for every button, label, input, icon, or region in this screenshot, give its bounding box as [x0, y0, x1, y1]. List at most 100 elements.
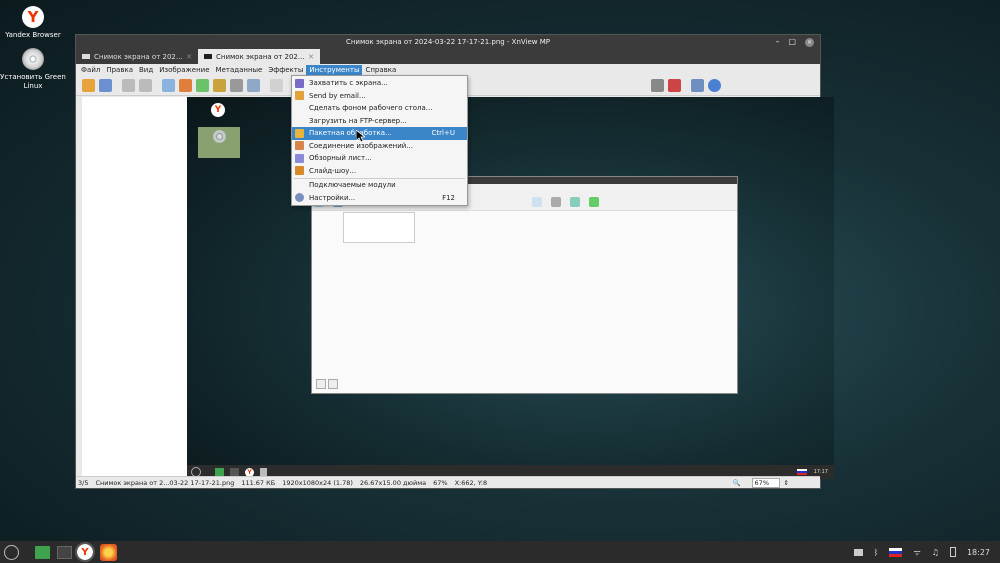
close-icon[interactable]: ✕	[805, 38, 814, 47]
menu-view[interactable]: Вид	[136, 65, 156, 75]
desktop-icon-label: Yandex Browser	[5, 31, 61, 39]
tab-bar: Снимок экрана от 202... ✕ Снимок экрана …	[76, 49, 820, 64]
menu-item-send-email[interactable]: Send by email...	[292, 90, 467, 103]
browser-icon[interactable]	[82, 79, 95, 92]
xnview-taskbar-icon[interactable]	[100, 543, 117, 561]
inner-window	[311, 176, 738, 394]
volume-icon[interactable]: ♫	[932, 548, 939, 557]
status-dimensions: 1920x1080x24 (1.78)	[282, 478, 353, 487]
rotate-right-icon[interactable]	[139, 79, 152, 92]
menu-item-label: Пакетная обработка...	[309, 129, 392, 138]
settings-icon	[295, 193, 304, 203]
keyboard-layout-flag-icon[interactable]	[889, 547, 903, 557]
menu-file[interactable]: Файл	[78, 65, 103, 75]
menu-item-capture[interactable]: Захватить с экрана...	[292, 77, 467, 90]
zoom-icon: 🔍	[732, 478, 741, 487]
zoom-stepper[interactable]: ⇕	[784, 479, 796, 487]
menu-item-slideshow[interactable]: Слайд-шоу...	[292, 165, 467, 178]
disc-icon	[22, 48, 44, 70]
menu-item-shortcut: Ctrl+U	[431, 129, 455, 138]
menu-item-batch[interactable]: Пакетная обработка... Ctrl+U	[292, 127, 467, 140]
maximize-icon[interactable]: ▢	[788, 37, 796, 47]
status-inches: 26.67x15.00 дюйма	[359, 478, 427, 487]
batch-icon	[295, 128, 304, 138]
close-tab-icon[interactable]: ✕	[186, 53, 192, 61]
print-icon[interactable]	[651, 79, 664, 92]
menu-tools[interactable]: Инструменты	[306, 65, 363, 75]
help-icon[interactable]	[708, 79, 721, 92]
menu-item-label: Сделать фоном рабочего стола...	[309, 104, 433, 113]
tab-label: Снимок экрана от 202...	[94, 52, 183, 61]
monitor-icon	[82, 54, 90, 59]
terminal-icon[interactable]	[57, 545, 72, 559]
menu-effects[interactable]: Эффекты	[265, 65, 306, 75]
histogram-icon[interactable]	[247, 79, 260, 92]
status-bar: 3/5 Снимок экрана от 2...03-22 17-17-21.…	[76, 476, 820, 488]
network-icon[interactable]: ᯤ	[913, 547, 920, 558]
zoom-input[interactable]: 67%	[751, 477, 780, 488]
menu-item-label: Send by email...	[309, 91, 366, 100]
menu-item-wallpaper[interactable]: Сделать фоном рабочего стола...	[292, 102, 467, 115]
color-icon[interactable]	[213, 79, 226, 92]
menu-item-contact-sheet[interactable]: Обзорный лист...	[292, 152, 467, 165]
resize-icon[interactable]	[179, 79, 192, 92]
file-manager-icon[interactable]	[35, 545, 50, 559]
tab-image-2[interactable]: Снимок экрана от 202... ✕	[198, 49, 320, 64]
desktop-icon-install[interactable]: Установить Green Linux	[0, 48, 66, 91]
yandex-browser-icon: Y	[22, 6, 44, 28]
status-coords: X:662, Y:8	[454, 478, 488, 487]
title-bar[interactable]: Снимок экрана от 2024-03-22 17-17-21.png…	[76, 35, 820, 49]
bluetooth-icon[interactable]: ᛒ	[874, 548, 879, 557]
menu-help[interactable]: Справка	[362, 65, 399, 75]
yandex-browser-taskbar-icon[interactable]: Y	[75, 542, 95, 562]
device-icon[interactable]	[853, 548, 863, 556]
settings-gear-icon[interactable]	[691, 79, 704, 92]
battery-icon[interactable]	[949, 547, 956, 557]
inner-dropdown	[343, 212, 415, 243]
desktop-icon-label: Установить Green Linux	[0, 73, 66, 90]
menu-metadata[interactable]: Метаданные	[213, 65, 266, 75]
fullscreen-icon[interactable]	[99, 79, 112, 92]
menu-item-label: Слайд-шоу...	[309, 166, 357, 175]
status-zoom: 67%	[433, 478, 448, 487]
menu-image[interactable]: Изображение	[156, 65, 212, 75]
menu-item-label: Загрузить на FTP-сервер...	[309, 116, 407, 125]
menu-item-plugins[interactable]: Подключаемые модули	[292, 179, 467, 192]
inner-desktop-icon-selected	[198, 127, 240, 158]
desktop-icon-yandex[interactable]: Y Yandex Browser	[0, 6, 66, 40]
zoom-control: 🔍 67% ⇕	[732, 477, 820, 488]
join-icon	[295, 141, 304, 151]
menu-item-label: Настройки...	[309, 193, 356, 202]
menu-edit[interactable]: Правка	[103, 65, 136, 75]
camera-icon	[295, 78, 304, 88]
status-index: 3/5	[78, 478, 89, 487]
save-icon[interactable]	[668, 79, 681, 92]
tab-image-1[interactable]: Снимок экрана от 202... ✕	[76, 49, 198, 64]
menu-item-settings[interactable]: Настройки... F12	[292, 192, 467, 205]
app-menu-icon[interactable]	[4, 544, 19, 560]
mouse-cursor-icon	[356, 130, 365, 143]
menu-item-ftp-upload[interactable]: Загрузить на FTP-сервер...	[292, 115, 467, 128]
system-tray: ᛒ ᯤ ♫ 18:27	[853, 547, 1000, 558]
taskbar: Y ᛒ ᯤ ♫ 18:27	[0, 541, 1000, 563]
inner-clock: 17:17	[813, 469, 828, 475]
close-tab-icon[interactable]: ✕	[308, 53, 314, 61]
minimize-icon[interactable]: –	[775, 37, 779, 47]
adjust-icon[interactable]	[196, 79, 209, 92]
displayed-screenshot: Y Y 17:17	[187, 97, 834, 479]
status-filesize: 111.67 КБ	[241, 478, 276, 487]
inner-desktop-icon: Y	[198, 103, 238, 117]
filter-icon[interactable]	[230, 79, 243, 92]
clock[interactable]: 18:27	[967, 548, 990, 557]
window-title: Снимок экрана от 2024-03-22 17-17-21.png…	[345, 38, 551, 46]
menu-item-label: Обзорный лист...	[309, 154, 372, 163]
crop-icon[interactable]	[162, 79, 175, 92]
zoom-icon[interactable]	[270, 79, 283, 92]
slideshow-icon	[295, 166, 304, 176]
menu-item-join[interactable]: Соединение изображений...	[292, 140, 467, 153]
menu-item-shortcut: F12	[442, 193, 455, 202]
status-filename: Снимок экрана от 2...03-22 17-17-21.png	[95, 478, 235, 487]
menu-item-label: Захватить с экрана...	[309, 79, 388, 88]
menu-item-label: Подключаемые модули	[309, 181, 396, 190]
rotate-left-icon[interactable]	[122, 79, 135, 92]
